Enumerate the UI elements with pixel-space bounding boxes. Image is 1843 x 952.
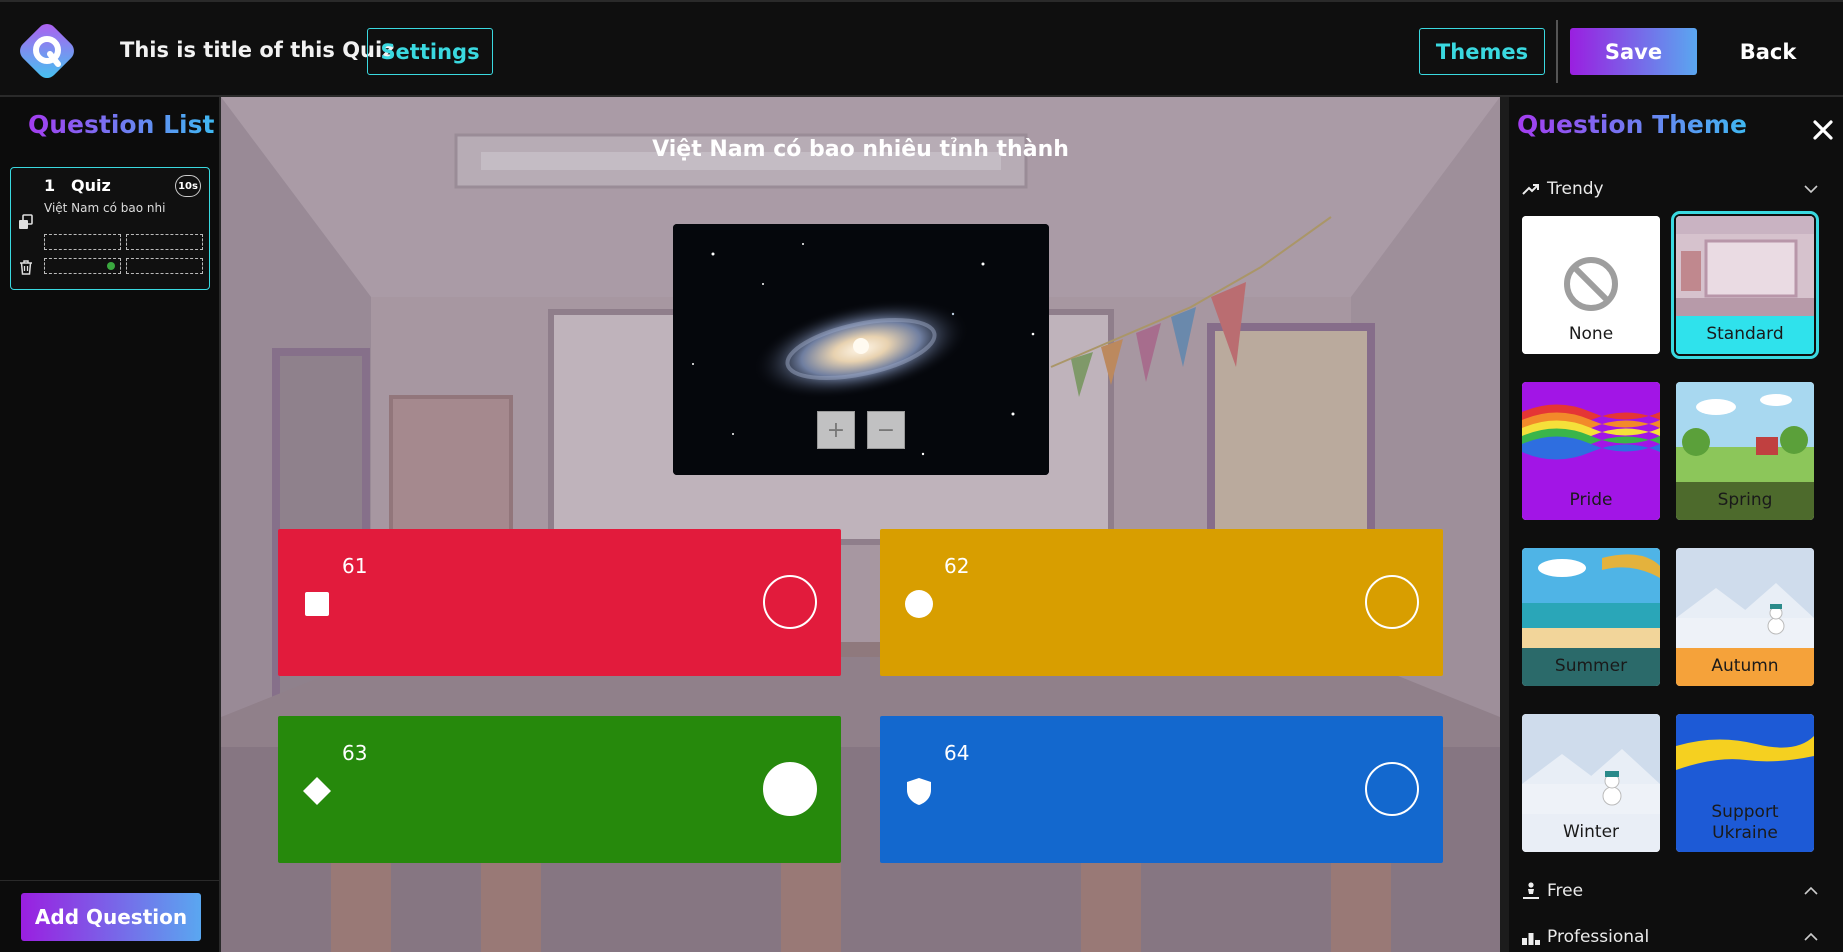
answer-option-3[interactable]: 63 xyxy=(278,716,841,863)
question-list-title: Question List xyxy=(28,110,215,139)
settings-button[interactable]: Settings xyxy=(367,28,493,75)
standard-theme-image xyxy=(1676,216,1814,316)
theme-label: Spring xyxy=(1676,482,1814,520)
chevron-up-icon[interactable] xyxy=(1801,881,1821,901)
shield-icon xyxy=(907,778,931,805)
question-text[interactable]: Việt Nam có bao nhiêu tỉnh thành xyxy=(221,137,1500,162)
section-label: Trendy xyxy=(1547,179,1604,199)
section-trendy[interactable]: Trendy xyxy=(1521,177,1821,201)
question-number: 1 xyxy=(44,176,56,195)
theme-card-none[interactable]: None xyxy=(1522,216,1660,354)
question-canvas: Việt Nam có bao nhiêu tỉnh thành + − 61 … xyxy=(221,97,1500,952)
section-free[interactable]: Free xyxy=(1521,879,1821,903)
themes-button[interactable]: Themes xyxy=(1419,28,1545,75)
save-button[interactable]: Save xyxy=(1570,28,1697,75)
header-divider xyxy=(1556,20,1558,83)
quiz-title[interactable]: This is title of this Quiz xyxy=(120,38,394,62)
theme-label: Pride xyxy=(1522,482,1660,520)
theme-card-pride[interactable]: Pride xyxy=(1522,382,1660,520)
podium-icon xyxy=(1522,933,1540,945)
app-logo-icon[interactable] xyxy=(16,20,78,82)
question-list-panel: Question List 1 Quiz 10s Việt Nam có bao… xyxy=(0,97,221,952)
correct-toggle[interactable] xyxy=(1365,575,1419,629)
correct-toggle[interactable] xyxy=(763,762,817,816)
answer-thumbnail xyxy=(44,234,121,250)
theme-label: Summer xyxy=(1522,648,1660,686)
section-professional[interactable]: Professional xyxy=(1521,925,1821,949)
time-limit-badge: 10s xyxy=(175,175,201,197)
close-icon[interactable] xyxy=(1812,119,1834,141)
question-theme-title: Question Theme xyxy=(1517,110,1747,139)
theme-card-support-ukraine[interactable]: Support Ukraine xyxy=(1676,714,1814,852)
section-label: Professional xyxy=(1547,927,1650,947)
question-type: Quiz xyxy=(71,176,111,195)
duplicate-icon[interactable] xyxy=(18,214,34,230)
answer-thumbnail xyxy=(126,258,203,274)
question-preview: Việt Nam có bao nhi xyxy=(44,201,166,215)
galaxy-image xyxy=(673,224,1049,475)
theme-label: Autumn xyxy=(1676,648,1814,686)
theme-label: Standard xyxy=(1676,316,1814,354)
answer-thumbnail xyxy=(126,234,203,250)
theme-card-summer[interactable]: Summer xyxy=(1522,548,1660,686)
correct-toggle[interactable] xyxy=(1365,762,1419,816)
spring-theme-image xyxy=(1676,382,1814,482)
theme-card-autumn[interactable]: Autumn xyxy=(1676,548,1814,686)
question-media[interactable]: + − xyxy=(673,224,1049,475)
answer-option-4[interactable]: 64 xyxy=(880,716,1443,863)
answer-text[interactable]: 61 xyxy=(342,554,367,578)
theme-label: Support Ukraine xyxy=(1676,794,1814,852)
question-theme-panel: Question Theme Trendy None Standard Prid… xyxy=(1500,97,1843,952)
chevron-down-icon[interactable] xyxy=(1801,179,1821,199)
theme-card-standard[interactable]: Standard xyxy=(1671,211,1819,359)
answer-thumbnail xyxy=(44,258,121,274)
autumn-theme-image xyxy=(1676,548,1814,648)
summer-theme-image xyxy=(1522,548,1660,648)
circle-icon xyxy=(905,590,933,618)
winter-theme-image xyxy=(1522,714,1660,814)
none-icon xyxy=(1522,216,1660,316)
theme-card-winter[interactable]: Winter xyxy=(1522,714,1660,852)
pride-theme-image xyxy=(1522,382,1660,482)
answer-text[interactable]: 63 xyxy=(342,741,367,765)
answer-option-1[interactable]: 61 xyxy=(278,529,841,676)
theme-card-spring[interactable]: Spring xyxy=(1676,382,1814,520)
person-icon xyxy=(1523,882,1539,899)
top-bar: This is title of this Quiz Settings Them… xyxy=(0,0,1843,97)
sidebar-footer: Add Question xyxy=(0,880,221,952)
zoom-in-button[interactable]: + xyxy=(817,411,855,449)
theme-label: Winter xyxy=(1522,814,1660,852)
square-icon xyxy=(305,592,329,616)
answer-text[interactable]: 64 xyxy=(944,741,969,765)
back-button[interactable]: Back xyxy=(1718,28,1818,75)
correct-toggle[interactable] xyxy=(763,575,817,629)
add-question-button[interactable]: Add Question xyxy=(21,893,201,941)
chevron-up-icon[interactable] xyxy=(1801,927,1821,947)
trending-up-icon xyxy=(1522,184,1539,195)
diamond-icon xyxy=(303,777,331,805)
correct-answer-dot xyxy=(107,262,115,270)
question-card[interactable]: 1 Quiz 10s Việt Nam có bao nhi xyxy=(10,167,210,290)
answer-option-2[interactable]: 62 xyxy=(880,529,1443,676)
theme-label: None xyxy=(1522,316,1660,354)
zoom-out-button[interactable]: − xyxy=(867,411,905,449)
answer-text[interactable]: 62 xyxy=(944,554,969,578)
section-label: Free xyxy=(1547,881,1584,901)
trash-icon[interactable] xyxy=(18,259,34,275)
